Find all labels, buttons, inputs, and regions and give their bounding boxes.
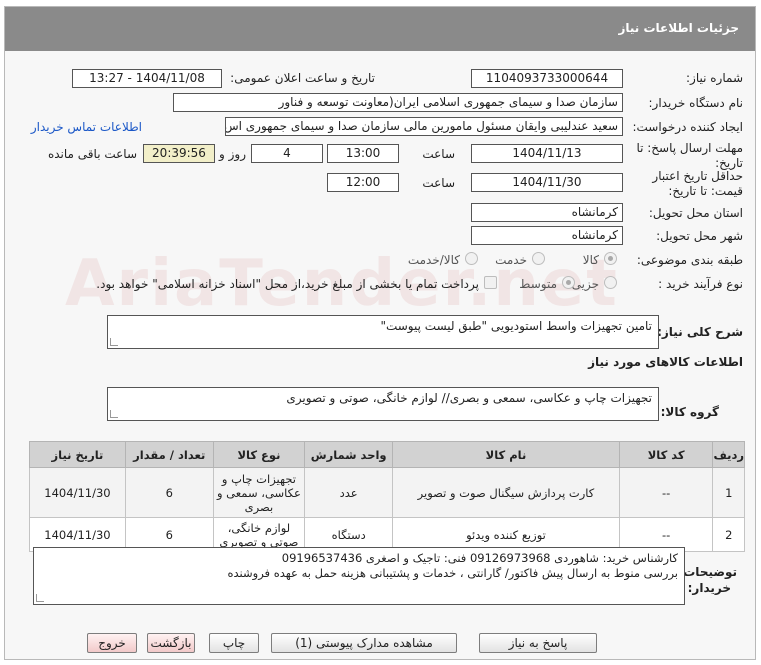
col-header-name: نام کالا <box>392 441 620 468</box>
process-label: نوع فرآیند خرید : <box>658 277 743 291</box>
panel-title: جزئیات اطلاعات نیاز <box>618 21 739 35</box>
table-header-row: ردیف کد کالا نام کالا واحد شمارش نوع کال… <box>29 441 745 468</box>
process-radio-medium[interactable] <box>562 276 575 289</box>
print-button[interactable]: چاپ <box>209 633 259 653</box>
category-option-both: کالا/خدمت <box>407 253 460 267</box>
announce-field: 1404/11/08 - 13:27 <box>72 69 222 88</box>
buyer-org-label: نام دستگاه خریدار: <box>648 96 744 110</box>
validity-time-label: ساعت <box>422 176 455 190</box>
resize-grip-icon[interactable] <box>110 338 118 346</box>
panel-header: جزئیات اطلاعات نیاز <box>5 7 755 51</box>
validity-label-date: قیمت: تا تاریخ: <box>668 184 743 198</box>
items-table: ردیف کد کالا نام کالا واحد شمارش نوع کال… <box>29 441 745 552</box>
description-label: شرح کلی نیاز: <box>657 325 743 339</box>
deadline-date-field: 1404/11/13 <box>471 144 623 163</box>
deadline-label-date: تاریخ: <box>715 156 743 170</box>
process-option-minor: جزیی <box>571 277 599 291</box>
deadline-time-field: 13:00 <box>327 144 399 163</box>
cell-type: تجهیزات چاپ و عکاسی، سمعی و بصری <box>212 467 306 518</box>
col-header-unit: واحد شمارش <box>304 441 394 468</box>
goods-group-text: تجهیزات چاپ و عکاسی، سمعی و بصری// لوازم… <box>286 391 652 405</box>
resize-grip-icon[interactable] <box>110 410 118 418</box>
process-radio-minor[interactable] <box>604 276 617 289</box>
category-option-goods: کالا <box>582 253 599 267</box>
col-header-date: تاریخ نیاز <box>29 441 126 468</box>
days-remaining-field: 4 <box>251 144 323 163</box>
details-panel: جزئیات اطلاعات نیاز AriaTender.net شماره… <box>4 6 756 660</box>
back-button[interactable]: بازگشت <box>147 633 195 653</box>
buyer-org-field: سازمان صدا و سیمای جمهوری اسلامی ایران(م… <box>173 93 623 112</box>
table-row[interactable]: 1 -- کارت پردازش سیگنال صوت و تصویر عدد … <box>29 467 745 518</box>
description-field: تامین تجهیزات واسط استودیویی "طبق لیست پ… <box>107 315 659 349</box>
cell-row: 1 <box>712 467 745 518</box>
time-remaining-field: 20:39:56 <box>143 144 215 163</box>
city-field: کرمانشاه <box>471 226 623 245</box>
deadline-time-label: ساعت <box>422 147 455 161</box>
category-label: طبقه بندی موضوعی: <box>636 253 743 267</box>
category-radio-service[interactable] <box>532 252 545 265</box>
category-option-service: خدمت <box>495 253 527 267</box>
validity-time-field: 12:00 <box>327 173 399 192</box>
goods-group-field: تجهیزات چاپ و عکاسی، سمعی و بصری// لوازم… <box>107 387 659 421</box>
creator-label: ایجاد کننده درخواست: <box>632 120 743 134</box>
time-remaining-label: ساعت باقی مانده <box>47 147 137 161</box>
cell-unit: عدد <box>304 467 394 518</box>
view-attachments-button[interactable]: مشاهده مدارک پیوستی (1) <box>271 633 457 653</box>
need-number-field: 1104093733000644 <box>471 69 623 88</box>
treasury-payment-checkbox[interactable] <box>484 276 497 289</box>
cell-name: کارت پردازش سیگنال صوت و تصویر <box>392 467 620 518</box>
announce-label: تاریخ و ساعت اعلان عمومی: <box>230 71 375 85</box>
col-header-type: نوع کالا <box>212 441 306 468</box>
province-field: کرمانشاه <box>471 203 623 222</box>
validity-label: حداقل تاریخ اعتبار <box>652 169 743 183</box>
col-header-row: ردیف <box>712 441 745 468</box>
buyer-notes-field: کارشناس خرید: شاهوردی 09126973968 فنی: ت… <box>33 547 685 605</box>
goods-group-label: گروه کالا: <box>660 405 719 419</box>
resize-grip-icon[interactable] <box>36 594 44 602</box>
validity-date-field: 1404/11/30 <box>471 173 623 192</box>
creator-field: سعید عندلیبی وایقان مسئول مامورین مالی س… <box>225 117 623 136</box>
category-radio-goods[interactable] <box>604 252 617 265</box>
province-label: استان محل تحویل: <box>648 206 743 220</box>
cell-date: 1404/11/30 <box>29 467 126 518</box>
exit-button[interactable]: خروج <box>87 633 137 653</box>
buyer-notes-line-2: بررسی منوط به ارسال پیش فاکتور/ گارانتی … <box>227 566 678 580</box>
cell-qty: 6 <box>124 467 214 518</box>
reply-button[interactable]: پاسخ به نیاز <box>479 633 597 653</box>
cell-row: 2 <box>712 517 745 552</box>
days-label: روز و <box>219 147 246 161</box>
deadline-label: مهلت ارسال پاسخ: تا <box>636 141 743 155</box>
treasury-payment-note: پرداخت تمام یا بخشی از مبلغ خرید،از محل … <box>96 277 479 291</box>
cell-code: -- <box>618 467 714 518</box>
city-label: شهر محل تحویل: <box>656 229 743 243</box>
goods-section-title: اطلاعات کالاهای مورد نیاز <box>588 355 743 369</box>
description-text: تامین تجهیزات واسط استودیویی "طبق لیست پ… <box>380 319 652 333</box>
category-radio-both[interactable] <box>465 252 478 265</box>
buyer-contact-link[interactable]: اطلاعات تماس خریدار <box>31 120 142 134</box>
buyer-notes-label-2: خریدار: <box>687 581 731 595</box>
buyer-notes-label: توضیحات <box>683 565 737 579</box>
process-option-medium: متوسط <box>519 277 557 291</box>
col-header-qty: تعداد / مقدار <box>124 441 214 468</box>
col-header-code: کد کالا <box>618 441 714 468</box>
need-number-label: شماره نیاز: <box>686 71 743 85</box>
buyer-notes-line-1: کارشناس خرید: شاهوردی 09126973968 فنی: ت… <box>281 551 678 565</box>
